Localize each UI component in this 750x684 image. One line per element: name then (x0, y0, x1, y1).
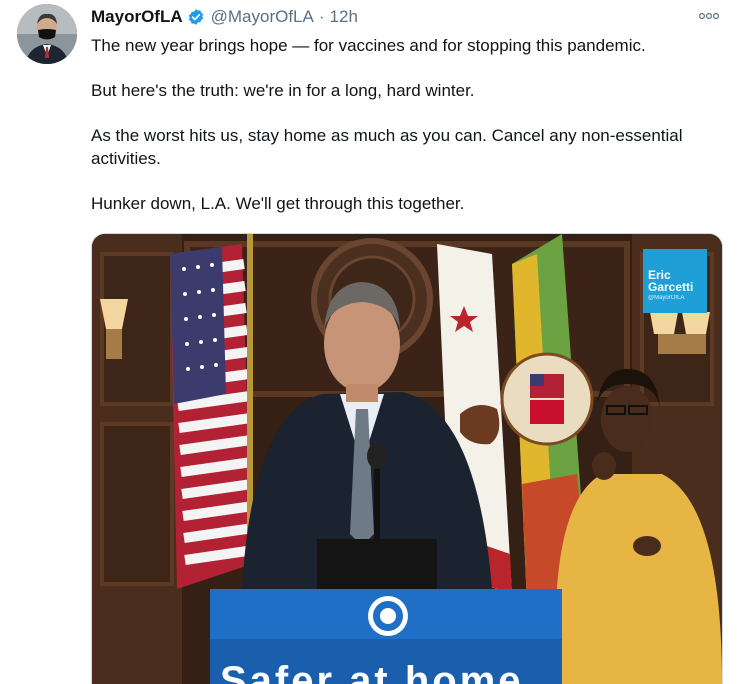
verified-badge-icon (187, 8, 205, 26)
tweet-paragraph: But here's the truth: we're in for a lon… (91, 81, 475, 100)
video-frame (92, 234, 722, 684)
handle[interactable]: @MayorOfLA (211, 7, 314, 27)
tweet-text: The new year brings hope — for vaccines … (91, 34, 731, 237)
tweet: MayorOfLA @MayorOfLA · 12h The new year … (0, 0, 750, 684)
logo-line3: @MayorOfLA (648, 295, 685, 301)
tweet-paragraph: The new year brings hope — for vaccines … (91, 36, 646, 55)
logo-line2: Garcetti (648, 280, 694, 294)
more-options-icon[interactable] (698, 9, 720, 23)
avatar[interactable] (17, 4, 77, 64)
tweet-paragraph: Hunker down, L.A. We'll get through this… (91, 194, 465, 213)
display-name[interactable]: MayorOfLA (91, 7, 183, 27)
podium-sign-text: Safer at home (220, 659, 524, 684)
eric-garcetti-logo: Eric Garcetti @MayorOfLA (643, 249, 707, 313)
tweet-header: MayorOfLA @MayorOfLA · 12h (91, 6, 358, 28)
tweet-paragraph: As the worst hits us, stay home as much … (91, 126, 683, 168)
timestamp[interactable]: 12h (330, 7, 358, 27)
separator-dot: · (318, 7, 325, 26)
tweet-video[interactable]: Eric Garcetti @MayorOfLA Safer at home (91, 233, 723, 684)
